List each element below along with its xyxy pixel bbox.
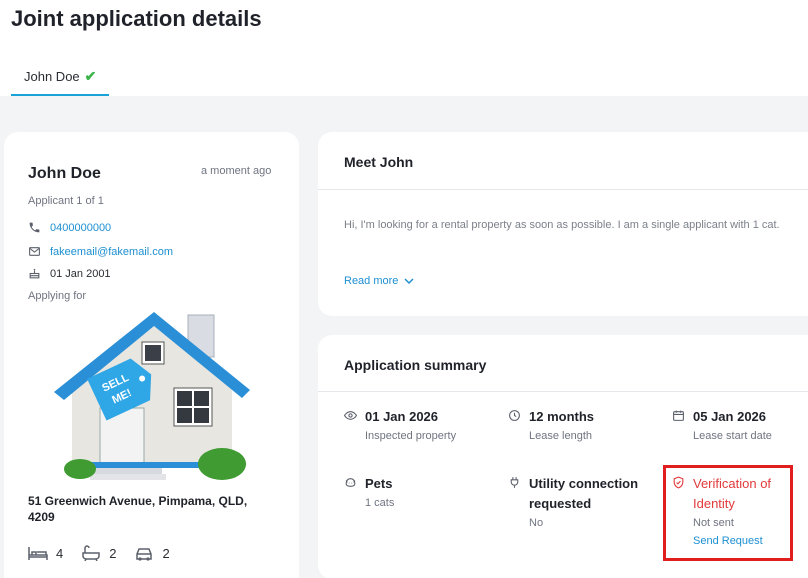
meet-divider <box>318 189 808 190</box>
pets-value: Pets <box>365 476 393 491</box>
bedrooms-count: 4 <box>56 545 64 561</box>
cake-icon <box>29 268 40 279</box>
bathrooms-count: 2 <box>109 545 117 561</box>
eye-icon <box>344 411 357 420</box>
car-icon <box>136 548 153 561</box>
inspected-value: 01 Jan 2026 <box>365 409 439 424</box>
lease-length-label: Lease length <box>529 430 592 442</box>
inspected-label: Inspected property <box>365 430 457 442</box>
bath-icon <box>82 545 100 561</box>
email-link[interactable]: fakeemail@fakemail.com <box>50 246 173 258</box>
phone-row: 0400000000 <box>28 221 111 234</box>
parking-count: 2 <box>162 545 170 561</box>
property-features: 4 2 2 <box>28 545 170 561</box>
email-row: fakeemail@fakemail.com <box>28 245 173 258</box>
bedrooms-feature: 4 <box>28 545 63 561</box>
summary-item-lease-length: 12 months Lease length <box>508 407 594 445</box>
phone-icon <box>29 222 40 233</box>
pets-label: 1 cats <box>365 497 395 509</box>
calendar-icon <box>673 410 684 421</box>
applicant-count: Applicant 1 of 1 <box>28 195 104 207</box>
dob-value: 01 Jan 2001 <box>50 267 111 280</box>
summary-item-utility: Utility connection requested No <box>508 474 648 532</box>
bed-icon <box>28 547 48 560</box>
parking-feature: 2 <box>134 545 170 561</box>
bathrooms-feature: 2 <box>81 545 116 561</box>
summary-divider <box>318 391 808 392</box>
summary-item-lease-start: 05 Jan 2026 Lease start date <box>672 407 772 445</box>
tab-john-doe[interactable]: John Doe ✔ <box>11 58 110 96</box>
timestamp: a moment ago <box>201 165 272 177</box>
page-title: Joint application details <box>11 6 262 31</box>
applying-for-label: Applying for <box>28 290 87 302</box>
pets-icon <box>345 478 356 487</box>
summary-item-inspected: 01 Jan 2026 Inspected property <box>344 407 456 445</box>
applicant-name: John Doe <box>28 165 101 182</box>
property-address: 51 Greenwich Avenue, Pimpama, QLD, 4209 <box>28 494 248 524</box>
check-icon: ✔ <box>84 67 97 84</box>
lease-start-label: Lease start date <box>693 430 772 442</box>
summary-title: Application summary <box>344 357 487 373</box>
clock-icon <box>509 410 520 421</box>
utility-value: Utility connection requested <box>529 476 639 511</box>
applicant-tabs: John Doe ✔ <box>11 58 110 96</box>
property-image: SELL ME! <box>54 312 250 480</box>
dob-row: 01 Jan 2001 <box>28 267 111 280</box>
meet-text: Hi, I'm looking for a rental property as… <box>344 219 780 231</box>
highlight-box <box>663 465 793 561</box>
plug-icon <box>510 477 519 488</box>
chevron-down-icon <box>404 278 414 285</box>
meet-title: Meet John <box>344 154 414 170</box>
read-more-link[interactable]: Read more <box>344 275 414 287</box>
applicant-card: John Doe a moment ago Applicant 1 of 1 0… <box>4 132 299 578</box>
meet-card: Meet John Hi, I'm looking for a rental p… <box>318 132 808 316</box>
tab-label: John Doe <box>24 68 80 84</box>
phone-link[interactable]: 0400000000 <box>50 222 111 234</box>
summary-item-pets: Pets 1 cats <box>344 474 394 512</box>
lease-length-value: 12 months <box>529 409 595 424</box>
read-more-label: Read more <box>344 275 399 287</box>
mail-icon <box>29 247 40 256</box>
utility-label: No <box>529 517 544 529</box>
lease-start-value: 05 Jan 2026 <box>693 409 767 424</box>
